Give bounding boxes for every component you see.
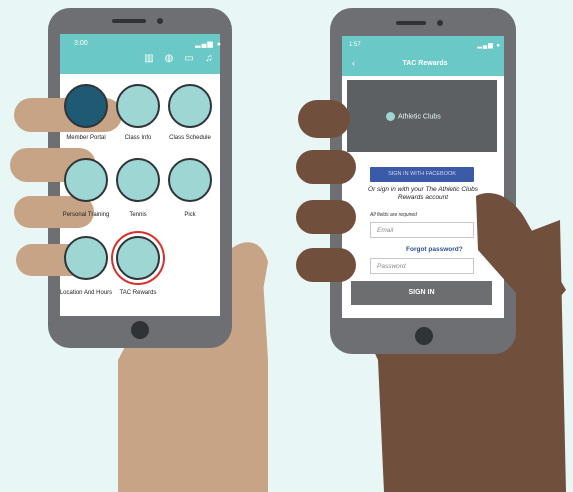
email-field[interactable]: Email xyxy=(370,222,474,238)
alt-signin-text: Or sign in with your The Athletic Clubs … xyxy=(368,186,478,201)
signin-button[interactable]: SIGN IN xyxy=(351,281,492,305)
right-finger-3 xyxy=(296,200,356,234)
app-label-tac-rewards[interactable]: TAC Rewards xyxy=(105,290,171,296)
gift-icon[interactable] xyxy=(116,236,160,280)
required-note: All fields are required xyxy=(370,212,417,218)
signal-icons: ▂▄▆ ● xyxy=(477,43,501,49)
right-home-button xyxy=(415,327,433,345)
left-camera xyxy=(157,18,163,24)
illustration: 3:00 ▂▄▆ ● ▥ ◍ ▭ ♫ Member Portal Class I… xyxy=(0,0,573,492)
left-status-bar: 3:00 ▂▄▆ ● xyxy=(74,40,222,52)
calendar-icon[interactable] xyxy=(168,84,212,128)
brand-logo: Athletic Clubs xyxy=(386,112,466,126)
left-thumb xyxy=(232,242,268,296)
bell-icon[interactable]: ♫ xyxy=(202,52,216,66)
status-time: 3:00 xyxy=(74,40,88,47)
left-speaker xyxy=(112,19,146,23)
right-camera xyxy=(437,20,443,26)
logo-icon xyxy=(386,112,395,121)
right-thumb xyxy=(298,100,350,138)
app-label-class-schedule[interactable]: Class Schedule xyxy=(157,135,223,141)
clock-location-icon[interactable] xyxy=(64,236,108,280)
password-field[interactable]: Password xyxy=(370,258,474,274)
group-icon[interactable] xyxy=(116,84,160,128)
status-time: 1:57 xyxy=(349,42,361,48)
chat-icon[interactable]: ▭ xyxy=(182,52,196,66)
right-speaker xyxy=(396,21,426,25)
swimmer-icon[interactable] xyxy=(64,84,108,128)
brand-name: Athletic Clubs xyxy=(398,113,441,121)
barcode-icon[interactable]: ▥ xyxy=(142,52,156,66)
app-label-pick[interactable]: Pick xyxy=(157,212,223,218)
right-finger-4 xyxy=(296,248,356,282)
forgot-password-link[interactable]: Forgot password? xyxy=(406,246,463,253)
tennis-racket-icon[interactable] xyxy=(116,158,160,202)
left-home-button xyxy=(131,321,149,339)
facebook-signin-button[interactable]: SIGN IN WITH FACEBOOK xyxy=(370,167,474,182)
page-title: TAC Rewards xyxy=(402,60,448,67)
right-finger-2 xyxy=(296,150,356,184)
globe-icon[interactable]: ◍ xyxy=(162,52,176,66)
pickleball-paddle-icon[interactable] xyxy=(168,158,212,202)
signal-icons: ▂▄▆ ● xyxy=(195,41,222,48)
right-status-bar: 1:57 ▂▄▆ ● xyxy=(349,42,501,54)
dumbbell-icon[interactable] xyxy=(64,158,108,202)
